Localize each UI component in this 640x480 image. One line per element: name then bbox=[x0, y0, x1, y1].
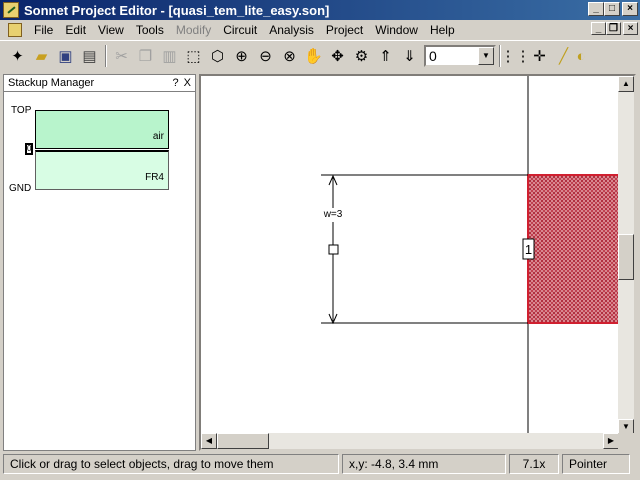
title-bar: Sonnet Project Editor - [quasi_tem_lite_… bbox=[0, 0, 640, 20]
3d-view-icon[interactable]: ⬡ bbox=[206, 45, 229, 68]
dimension-label[interactable]: w=3 bbox=[323, 209, 343, 220]
close-button[interactable]: × bbox=[622, 2, 638, 16]
status-mode: Pointer bbox=[562, 454, 630, 474]
ruler-icon[interactable]: ╱ bbox=[552, 45, 575, 68]
menu-view[interactable]: View bbox=[92, 23, 130, 37]
stackup-manager-panel: Stackup Manager ? X TOP air 0 FR4 GND bbox=[3, 74, 196, 451]
status-hint: Click or drag to select objects, drag to… bbox=[3, 454, 339, 474]
status-coordinates: x,y: -4.8, 3.4 mm bbox=[342, 454, 506, 474]
layer-fr4[interactable]: FR4 bbox=[35, 150, 169, 190]
copy-icon[interactable]: ❐ bbox=[134, 45, 157, 68]
scroll-left-arrow-icon[interactable]: ◀ bbox=[201, 433, 217, 449]
menu-window[interactable]: Window bbox=[369, 23, 424, 37]
print-icon[interactable]: ▤ bbox=[78, 45, 101, 68]
doc-restore-button[interactable]: ❐ bbox=[606, 22, 621, 35]
document-icon[interactable] bbox=[8, 22, 22, 37]
toolbar: ✦ ▰ ▣ ▤ ✂ ❐ ▥ ⬚ ⬡ ⊕ ⊖ ⊗ ✋ ✥ ⚙ ⇑ ⇓ 0 ▼ ⋮⋮… bbox=[0, 40, 640, 71]
snap-icon[interactable]: ✛ bbox=[528, 45, 551, 68]
new-file-icon[interactable]: ✦ bbox=[6, 45, 29, 68]
level-down-icon[interactable]: ⇓ bbox=[398, 45, 421, 68]
menu-analysis[interactable]: Analysis bbox=[263, 23, 320, 37]
menu-circuit[interactable]: Circuit bbox=[217, 23, 263, 37]
pan-hand-icon[interactable]: ✋ bbox=[302, 45, 325, 68]
open-folder-icon[interactable]: ▰ bbox=[30, 45, 53, 68]
horizontal-scroll-thumb[interactable] bbox=[217, 433, 269, 449]
zoom-in-icon[interactable]: ⊕ bbox=[230, 45, 253, 68]
menu-edit[interactable]: Edit bbox=[59, 23, 92, 37]
sonnet-app-icon[interactable] bbox=[3, 2, 19, 18]
component-icon[interactable]: ⚙ bbox=[350, 45, 373, 68]
menu-tools[interactable]: Tools bbox=[130, 23, 170, 37]
menu-help[interactable]: Help bbox=[424, 23, 461, 37]
level-select[interactable]: 0 ▼ bbox=[424, 45, 496, 67]
status-bar: Click or drag to select objects, drag to… bbox=[0, 452, 640, 476]
stackup-header: Stackup Manager ? X bbox=[4, 75, 195, 92]
window-title: Sonnet Project Editor - [quasi_tem_lite_… bbox=[24, 2, 330, 18]
layer-air[interactable]: air bbox=[35, 110, 169, 149]
close-icon[interactable]: X bbox=[184, 77, 191, 89]
circuit-canvas[interactable]: w=3 1 bbox=[201, 76, 620, 435]
menu-file[interactable]: File bbox=[28, 23, 59, 37]
top-label: TOP bbox=[11, 105, 32, 116]
dimension-handle[interactable] bbox=[328, 244, 339, 255]
scroll-up-arrow-icon[interactable]: ▲ bbox=[618, 76, 634, 92]
menu-modify[interactable]: Modify bbox=[170, 23, 217, 37]
level-select-value: 0 bbox=[429, 48, 437, 64]
gnd-label: GND bbox=[9, 183, 32, 194]
document-window-controls: _ ❐ × bbox=[591, 22, 638, 35]
circuit-canvas-area: w=3 1 ▲ ▼ ◀ ▶ bbox=[199, 74, 636, 451]
help-icon[interactable]: ? bbox=[173, 77, 179, 89]
move-icon[interactable]: ✥ bbox=[326, 45, 349, 68]
scrollbar-corner bbox=[618, 433, 634, 449]
layer-fr4-name: FR4 bbox=[145, 172, 164, 183]
level-up-icon[interactable]: ⇑ bbox=[374, 45, 397, 68]
maximize-button[interactable]: □ bbox=[604, 2, 620, 16]
doc-close-button[interactable]: × bbox=[623, 22, 638, 35]
metal-polygon[interactable] bbox=[527, 174, 620, 324]
horizontal-scrollbar[interactable]: ◀ ▶ bbox=[201, 433, 619, 449]
window-controls: _ □ × bbox=[588, 2, 638, 16]
more-tools-icon[interactable]: ◐ bbox=[576, 45, 586, 68]
doc-minimize-button[interactable]: _ bbox=[591, 22, 606, 35]
cut-icon[interactable]: ✂ bbox=[110, 45, 133, 68]
select-icon[interactable]: ⬚ bbox=[182, 45, 205, 68]
toolbar-separator bbox=[105, 45, 107, 67]
menu-project[interactable]: Project bbox=[320, 23, 369, 37]
paste-icon[interactable]: ▥ bbox=[158, 45, 181, 68]
menu-bar: File Edit View Tools Modify Circuit Anal… bbox=[0, 20, 640, 39]
vertical-scrollbar[interactable]: ▲ ▼ bbox=[618, 76, 634, 435]
zoom-fit-icon[interactable]: ⊗ bbox=[278, 45, 301, 68]
layout-drawing: w=3 1 bbox=[321, 76, 620, 435]
level-marker[interactable]: 0 bbox=[25, 143, 33, 155]
grid-icon[interactable]: ⋮⋮ bbox=[501, 45, 531, 68]
layer-air-name: air bbox=[152, 131, 164, 142]
stackup-title: Stackup Manager bbox=[8, 77, 95, 89]
chevron-down-icon[interactable]: ▼ bbox=[478, 47, 494, 65]
scroll-right-arrow-icon[interactable]: ▶ bbox=[603, 433, 619, 449]
minimize-button[interactable]: _ bbox=[588, 2, 604, 16]
save-icon[interactable]: ▣ bbox=[54, 45, 77, 68]
vertical-scroll-thumb[interactable] bbox=[618, 234, 634, 280]
port-label: 1 bbox=[525, 242, 532, 257]
app-window: Sonnet Project Editor - [quasi_tem_lite_… bbox=[0, 0, 640, 480]
status-zoom: 7.1x bbox=[509, 454, 559, 474]
zoom-out-icon[interactable]: ⊖ bbox=[254, 45, 277, 68]
